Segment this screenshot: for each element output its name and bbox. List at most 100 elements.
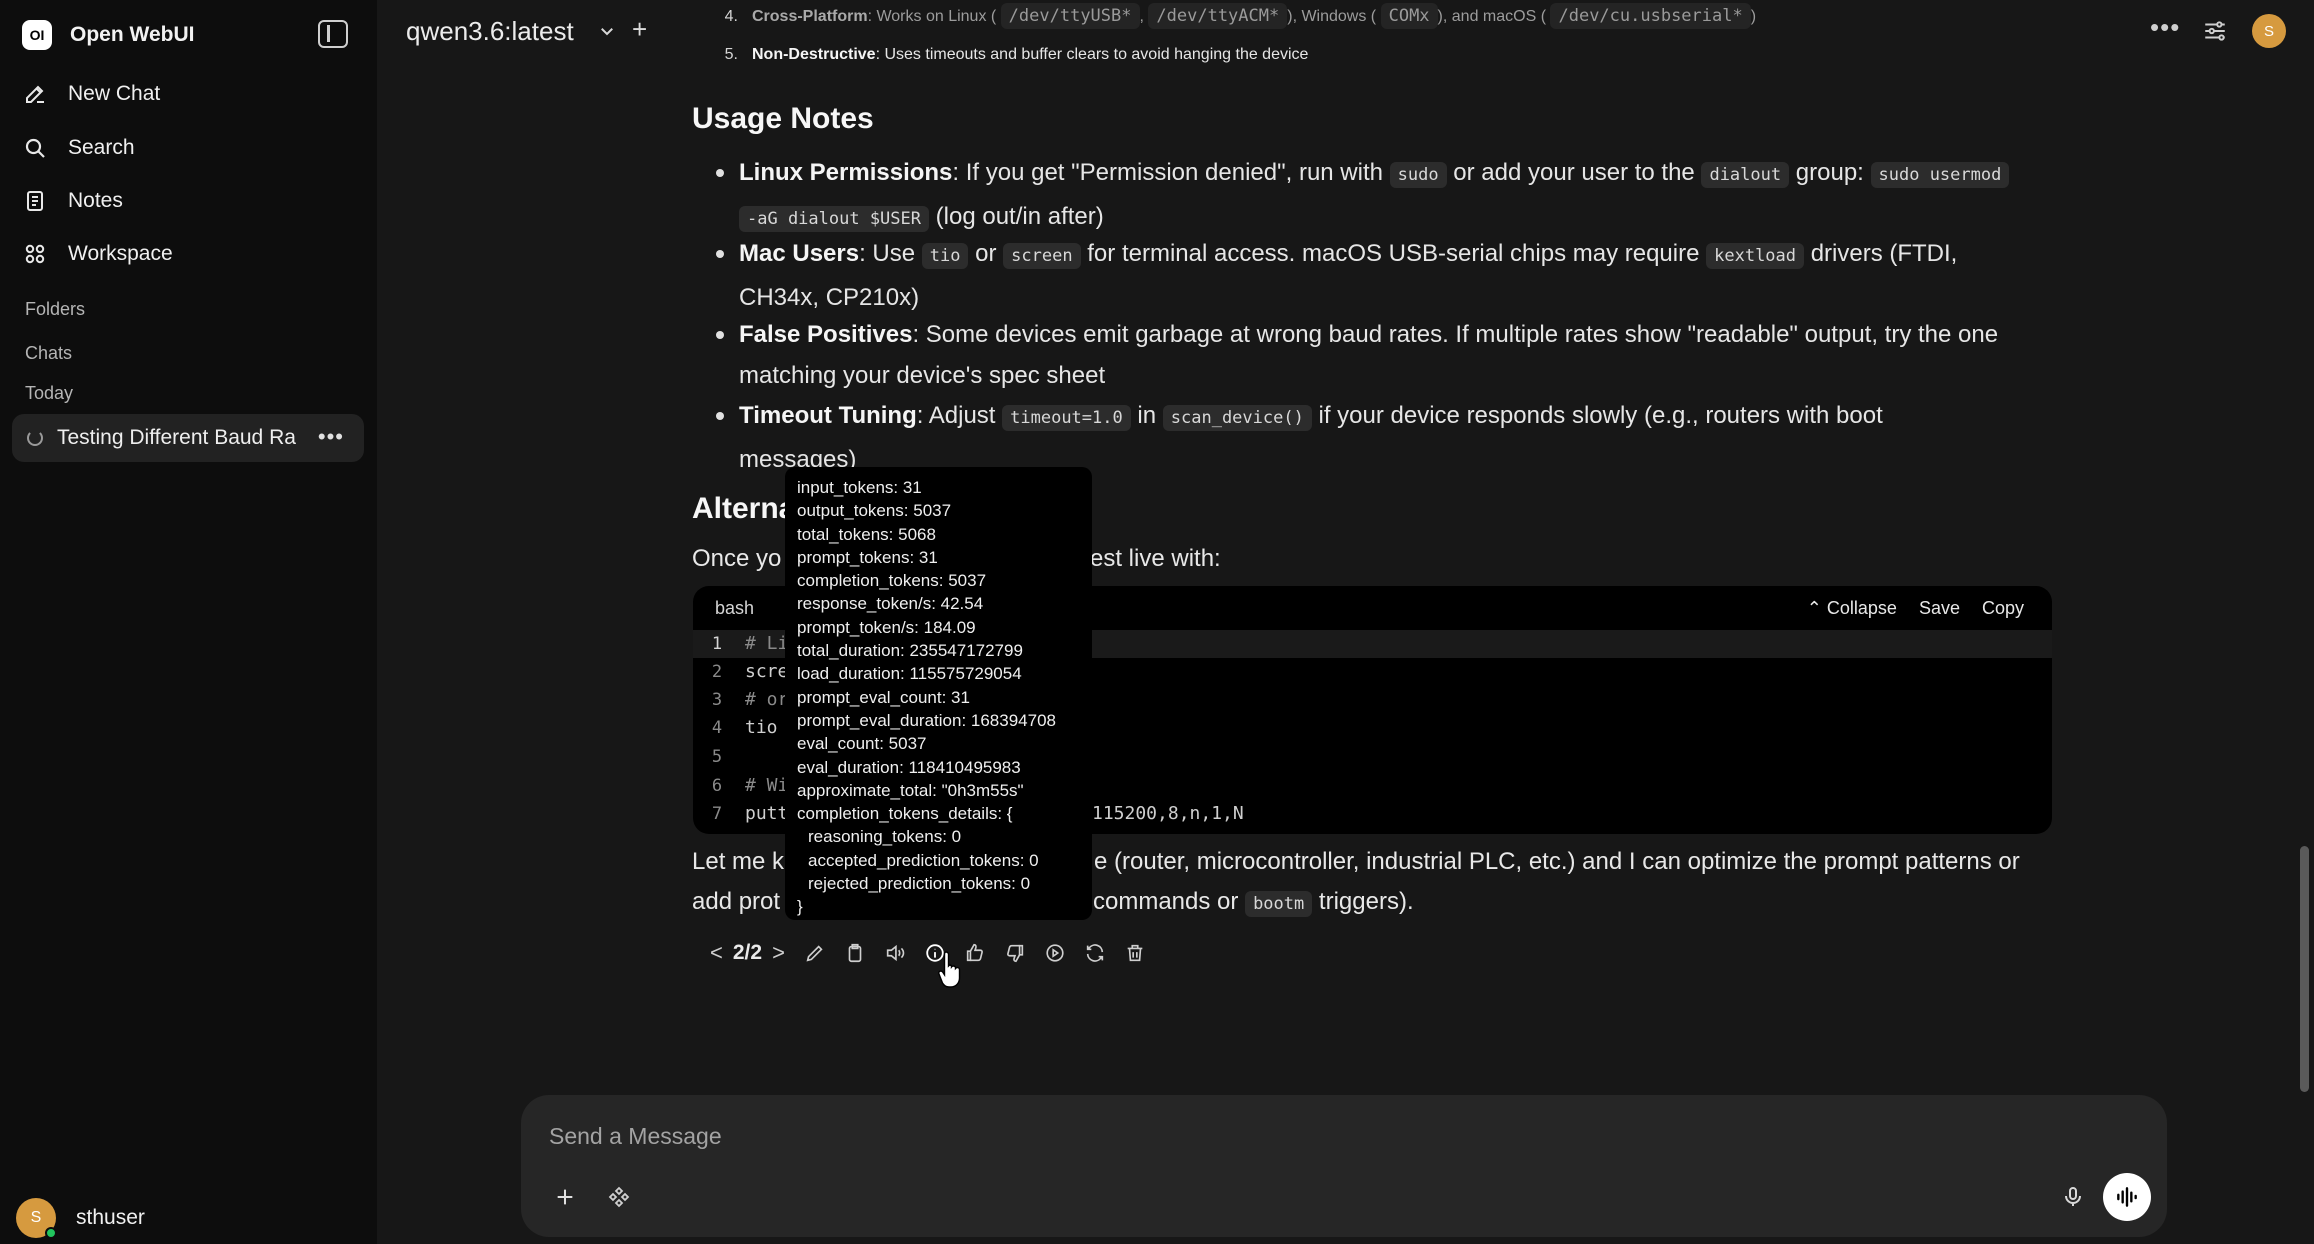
regenerate-icon[interactable] — [1075, 936, 1115, 970]
tooltip-line: prompt_eval_count: 31 — [797, 687, 970, 707]
collapse-button[interactable]: ⌃ Collapse — [1807, 598, 1897, 619]
paragraph-fragment: Let me k — [692, 848, 785, 875]
message-input[interactable]: Send a Message — [549, 1123, 722, 1150]
tooltip-line: load_duration: 115575729054 — [797, 664, 1022, 684]
code-line: # Wi — [745, 775, 789, 796]
list-item-title: False Positives — [739, 321, 913, 348]
tooltip-line: prompt_eval_duration: 168394708 — [797, 710, 1056, 730]
list-item-text: ), and macOS ( — [1437, 8, 1547, 25]
usage-notes-heading: Usage Notes — [692, 102, 874, 135]
settings-sliders-icon[interactable] — [2202, 18, 2228, 49]
brand[interactable]: OI Open WebUI — [22, 20, 194, 50]
chevron-right-icon[interactable]: > — [772, 940, 785, 966]
avatar-initial: S — [30, 1209, 42, 1226]
paragraph-fragment: Once yo — [692, 545, 782, 572]
paragraph-text: commands or — [1093, 888, 1239, 915]
edit-icon[interactable] — [795, 936, 835, 970]
brand-logo: OI — [22, 20, 52, 50]
list-item: 4. Cross-Platform: Works on Linux ( /dev/… — [692, 3, 1757, 29]
chat-more-icon[interactable]: ••• — [318, 424, 344, 450]
line-number: 3 — [711, 690, 723, 710]
brand-name: Open WebUI — [70, 23, 195, 46]
sidebar-item-search[interactable]: Search — [22, 130, 135, 166]
chats-section[interactable]: Chats — [25, 343, 72, 364]
list-item-text: drivers (FTDI, — [1810, 240, 1958, 267]
list-item: False Positives: Some devices emit garba… — [716, 314, 2056, 396]
list-number: 5. — [724, 46, 738, 63]
paragraph-fragment: est live with: — [1090, 545, 1221, 572]
thumbs-down-icon[interactable] — [995, 936, 1035, 970]
list-item-title: Timeout Tuning — [739, 402, 917, 429]
notes-icon — [22, 188, 48, 214]
more-icon[interactable]: ••• — [2150, 12, 2180, 43]
user-menu[interactable]: S sthuser — [16, 1198, 145, 1239]
usage-info-tooltip: input_tokens: 31 output_tokens: 5037 tot… — [785, 467, 1092, 920]
list-item-text: , — [1139, 8, 1144, 25]
continue-icon[interactable] — [1035, 936, 1075, 970]
trash-icon[interactable] — [1115, 936, 1155, 970]
inline-code: sudo — [1389, 162, 1447, 188]
collapse-label: Collapse — [1826, 598, 1897, 618]
add-model-icon[interactable]: + — [632, 14, 647, 45]
list-item-text: CH34x, CP210x) — [739, 284, 920, 311]
line-number: 4 — [711, 718, 723, 738]
list-item-text: (log out/in after) — [935, 203, 1104, 230]
chevron-down-icon[interactable] — [598, 22, 616, 45]
inline-code: screen — [1003, 243, 1081, 269]
sidebar-item-workspace[interactable]: Workspace — [22, 236, 173, 272]
sidebar-toggle-icon[interactable] — [318, 20, 348, 48]
paragraph-text: triggers). — [1318, 888, 1414, 915]
list-item-text: ) — [1750, 8, 1757, 25]
code-line: # or — [745, 689, 789, 710]
microphone-icon[interactable] — [2055, 1179, 2091, 1215]
line-number: 2 — [711, 662, 723, 682]
tooltip-line: total_duration: 235547172799 — [797, 641, 1023, 661]
chat-list-item[interactable]: Testing Different Baud Ra ••• — [12, 414, 364, 462]
copy-button[interactable]: Copy — [1982, 598, 2024, 619]
paragraph-fragment: commands or bootm triggers). — [1093, 888, 1414, 917]
sidebar-item-notes[interactable]: Notes — [22, 183, 123, 219]
list-item-text: or — [975, 240, 997, 267]
sidebar-item-label: Notes — [68, 189, 123, 212]
code-block-actions: ⌃ Collapse Save Copy — [1807, 598, 2024, 619]
list-item-text: : Some devices emit garbage at wrong bau… — [912, 321, 1999, 348]
copy-icon[interactable] — [835, 936, 875, 970]
list-item-text: : If you get "Permission denied", run wi… — [952, 159, 1383, 186]
code-line: # Li — [745, 633, 789, 654]
code-language: bash — [715, 598, 755, 618]
folders-section[interactable]: Folders — [25, 299, 85, 320]
inline-code: tio — [921, 243, 969, 269]
list-item-text: or add your user to the — [1453, 159, 1695, 186]
voice-mode-button[interactable] — [2103, 1173, 2151, 1221]
inline-code: kextload — [1706, 243, 1805, 269]
integrations-icon[interactable] — [601, 1179, 637, 1215]
inline-code: bootm — [1245, 891, 1313, 917]
inline-code: timeout=1.0 — [1002, 405, 1131, 431]
list-item-text: in — [1137, 402, 1157, 429]
plus-icon[interactable] — [547, 1179, 583, 1215]
list-item-text: ), Windows ( — [1287, 8, 1377, 25]
code-line: tio — [745, 717, 778, 738]
list-item-text: : Works on Linux ( — [867, 8, 997, 25]
code-line-tail: 115200,8,n,1,N — [1092, 803, 1244, 824]
sidebar-item-new-chat[interactable]: New Chat — [22, 76, 160, 112]
paragraph-fragment: e (router, microcontroller, industrial P… — [1094, 848, 2020, 875]
chevron-left-icon[interactable]: < — [710, 940, 723, 966]
scrollbar[interactable] — [2300, 846, 2309, 1092]
line-number: 6 — [711, 776, 723, 796]
list-item-text: : Use — [859, 240, 916, 267]
user-name: sthuser — [76, 1206, 145, 1229]
line-number: 5 — [711, 747, 723, 767]
header-avatar[interactable]: S — [2252, 14, 2286, 48]
tooltip-line: prompt_token/s: 184.09 — [797, 617, 976, 637]
inline-code: /dev/ttyACM* — [1148, 3, 1288, 29]
list-item: Mac Users: Use tio or screen for termina… — [716, 233, 2056, 318]
tooltip-line: response_token/s: 42.54 — [797, 594, 984, 614]
code-line: scre — [745, 661, 789, 682]
alternatives-heading: Alterna — [692, 492, 796, 525]
save-button[interactable]: Save — [1919, 598, 1960, 619]
speaker-icon[interactable] — [875, 936, 915, 970]
line-number: 1 — [711, 634, 723, 654]
list-item-title: Non-Destructive — [752, 46, 876, 63]
model-selector[interactable]: qwen3.6:latest — [406, 16, 574, 47]
